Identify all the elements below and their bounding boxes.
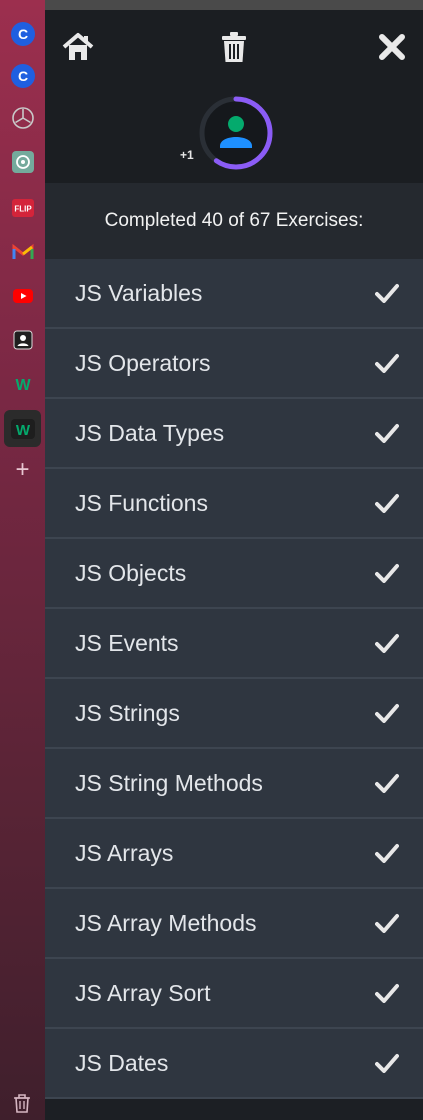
- trash-icon[interactable]: [11, 1092, 33, 1114]
- svg-text:FLIP: FLIP: [14, 204, 32, 213]
- home-icon: [62, 33, 94, 60]
- close-icon: [379, 34, 405, 60]
- avatar-head: [228, 116, 244, 132]
- browser-sidebar: C C FLIP W W +: [0, 0, 45, 1120]
- checkmark-icon: [375, 844, 399, 863]
- exercise-panel: +1 Completed 40 of 67 Exercises: JS Vari…: [45, 10, 423, 1120]
- mercedes-icon[interactable]: [9, 104, 36, 131]
- exercise-list: JS Variables JS Operators JS Data Types JS …: [45, 259, 423, 1099]
- add-app-button[interactable]: +: [10, 458, 35, 482]
- exercise-label: JS Array Methods: [75, 909, 257, 936]
- app-root: C C FLIP W W + +1 Completed 40 of 67 Exe…: [0, 0, 423, 1120]
- gmail-icon[interactable]: [9, 238, 36, 265]
- trash-button[interactable]: [217, 30, 251, 64]
- checkmark-icon: [375, 984, 399, 1003]
- checkmark-icon: [375, 1054, 399, 1073]
- progress-ring: [199, 96, 273, 170]
- panel-header: +1: [45, 10, 423, 183]
- window-top-bar: [0, 0, 423, 10]
- trash-can-icon: [222, 32, 246, 62]
- checkmark-icon: [375, 494, 399, 513]
- c-app-icon-2[interactable]: C: [9, 62, 36, 89]
- exercise-label: JS Operators: [75, 349, 211, 376]
- exercise-label: JS Events: [75, 629, 179, 656]
- checkmark-icon: [375, 774, 399, 793]
- w3schools-icon-1[interactable]: W: [9, 370, 36, 397]
- checkmark-icon: [375, 704, 399, 723]
- avatar-extra-count: +1: [180, 148, 194, 162]
- svg-text:C: C: [17, 26, 27, 42]
- home-button[interactable]: [61, 30, 95, 64]
- chatgpt-icon[interactable]: [9, 148, 36, 175]
- exercise-label: JS Arrays: [75, 839, 174, 866]
- youtube-icon[interactable]: [9, 282, 36, 309]
- exercise-item[interactable]: JS Arrays: [45, 819, 423, 889]
- exercise-label: JS Functions: [75, 489, 208, 516]
- w3schools-icon-2[interactable]: W: [4, 410, 41, 447]
- exercise-label: JS Objects: [75, 559, 187, 586]
- c-app-icon-1[interactable]: C: [9, 20, 36, 47]
- checkmark-icon: [375, 634, 399, 653]
- contacts-icon[interactable]: [9, 326, 36, 353]
- exercise-label: JS Variables: [75, 279, 203, 306]
- exercise-label: JS Data Types: [75, 419, 225, 446]
- exercise-label: JS Dates: [75, 1049, 169, 1076]
- exercise-item[interactable]: JS String Methods: [45, 749, 423, 819]
- profile-progress-avatar[interactable]: [197, 94, 275, 172]
- exercise-item[interactable]: JS Array Methods: [45, 889, 423, 959]
- exercise-item[interactable]: JS Strings: [45, 679, 423, 749]
- exercise-label: JS Array Sort: [75, 979, 211, 1006]
- checkmark-icon: [375, 354, 399, 373]
- checkmark-icon: [375, 564, 399, 583]
- exercise-item[interactable]: JS Objects: [45, 539, 423, 609]
- exercise-label: JS String Methods: [75, 769, 263, 796]
- exercise-item[interactable]: JS Operators: [45, 329, 423, 399]
- svg-text:W: W: [15, 377, 31, 394]
- exercise-item[interactable]: JS Array Sort: [45, 959, 423, 1029]
- checkmark-icon: [375, 914, 399, 933]
- exercise-item[interactable]: JS Variables: [45, 259, 423, 329]
- svg-text:C: C: [17, 68, 27, 84]
- svg-text:W: W: [15, 422, 30, 439]
- flip-icon[interactable]: FLIP: [9, 194, 36, 221]
- checkmark-icon: [375, 424, 399, 443]
- exercise-item[interactable]: JS Events: [45, 609, 423, 679]
- checkmark-icon: [375, 284, 399, 303]
- exercise-label: JS Strings: [75, 699, 180, 726]
- exercise-item[interactable]: JS Dates: [45, 1029, 423, 1099]
- completed-count-text: Completed 40 of 67 Exercises:: [45, 183, 423, 259]
- exercise-item[interactable]: JS Functions: [45, 469, 423, 539]
- exercise-item[interactable]: JS Data Types: [45, 399, 423, 469]
- close-button[interactable]: [375, 30, 409, 64]
